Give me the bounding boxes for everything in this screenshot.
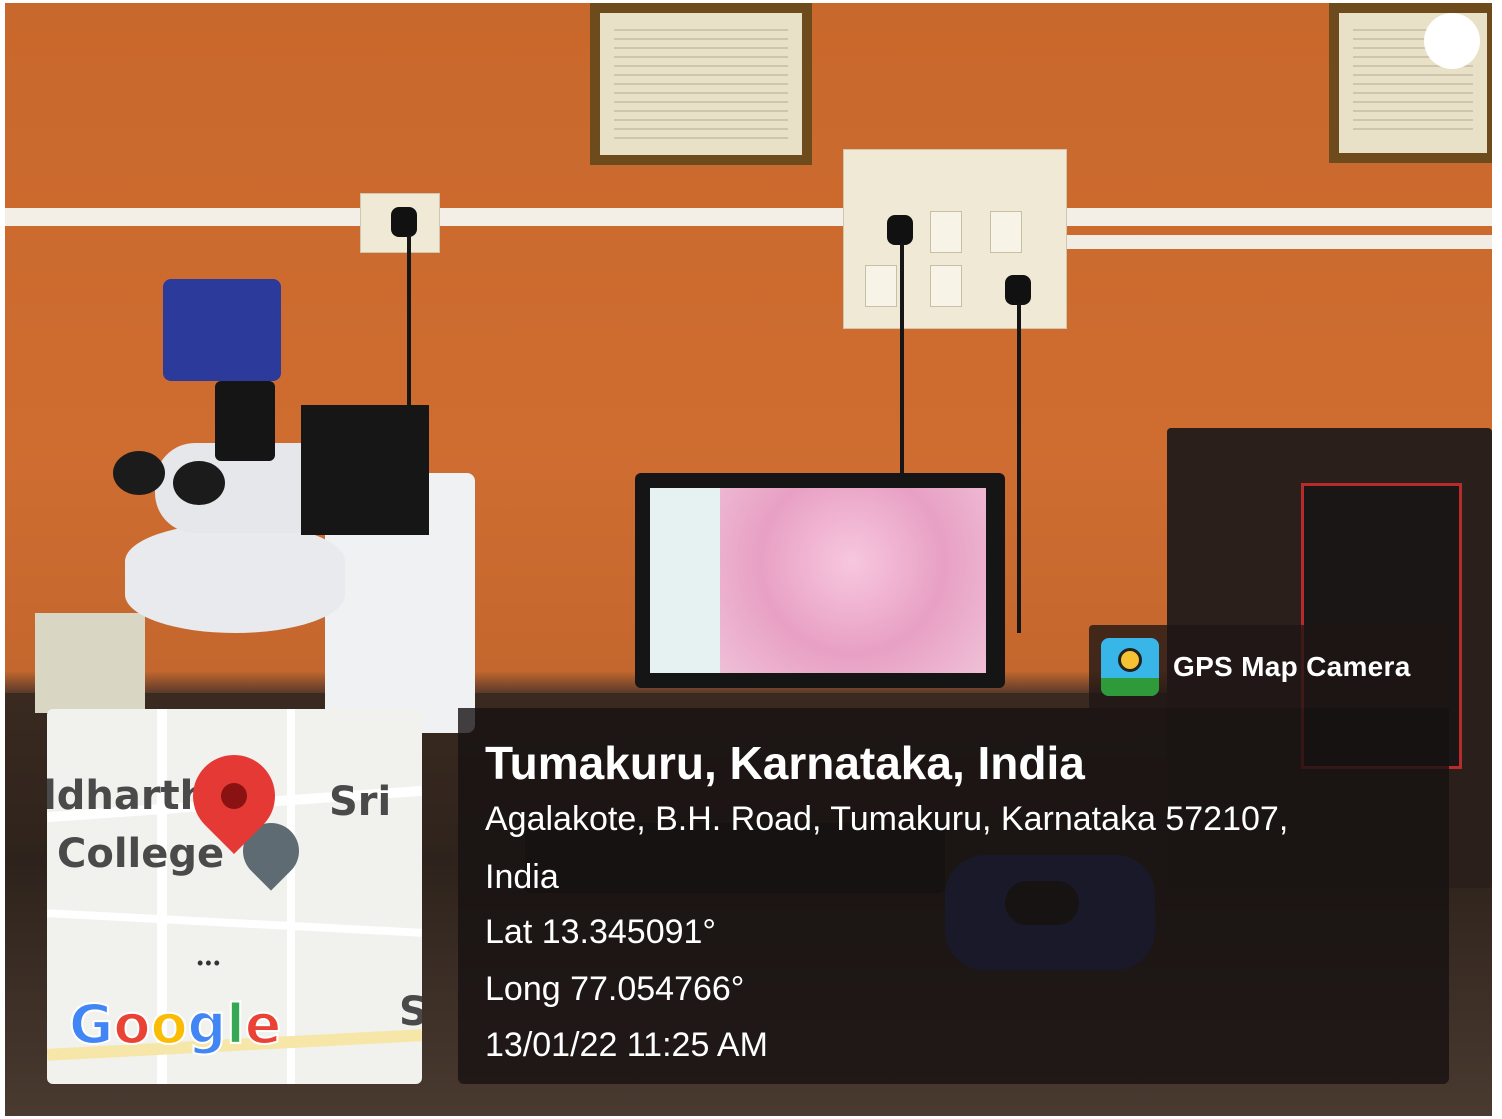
location-info-panel: Tumakuru, Karnataka, India Agalakote, B.… xyxy=(458,708,1449,1084)
address-line: India xyxy=(485,858,559,896)
google-letter: o xyxy=(149,992,188,1057)
google-letter: e xyxy=(244,992,283,1057)
eyepiece xyxy=(173,461,225,505)
socket xyxy=(930,211,962,253)
latitude: Lat 13.345091° xyxy=(485,913,717,951)
software-panel xyxy=(650,488,720,673)
longitude: Long 77.054766° xyxy=(485,970,745,1008)
map-label: Sri xyxy=(329,779,392,825)
google-letter: l xyxy=(225,992,245,1057)
socket xyxy=(990,211,1022,253)
map-label: S xyxy=(399,989,422,1035)
plug xyxy=(887,215,913,245)
cable xyxy=(1017,303,1021,633)
camera-adapter xyxy=(215,381,275,461)
wall-stripe xyxy=(1055,235,1492,249)
address-line: Agalakote, B.H. Road, Tumakuru, Karnatak… xyxy=(485,800,1289,838)
plug xyxy=(391,207,417,237)
app-badge: GPS Map Camera xyxy=(1089,625,1449,708)
map-road xyxy=(47,909,422,937)
equipment-box xyxy=(35,613,145,713)
microscope-stage xyxy=(125,523,345,633)
socket xyxy=(865,265,897,307)
plug xyxy=(1005,275,1031,305)
eyepiece xyxy=(113,451,165,495)
timestamp: 13/01/22 11:25 AM xyxy=(485,1026,768,1064)
location-title: Tumakuru, Karnataka, India xyxy=(485,737,1085,789)
google-letter: G xyxy=(68,992,114,1057)
app-name: GPS Map Camera xyxy=(1173,650,1411,682)
microscope-camera xyxy=(163,279,281,381)
map-more-dots: ••• xyxy=(197,953,222,973)
map-road xyxy=(287,709,295,1084)
map-label: ldharth xyxy=(47,773,209,819)
map-camera-icon xyxy=(1101,637,1159,696)
cable xyxy=(900,243,904,473)
map-thumbnail[interactable]: ldharth College Sri S ••• Google xyxy=(47,709,422,1084)
google-logo: Google xyxy=(68,992,283,1057)
google-letter: g xyxy=(187,992,228,1057)
socket xyxy=(930,265,962,307)
wall-frame xyxy=(590,3,812,165)
lamp-housing xyxy=(301,405,429,535)
map-label: College xyxy=(57,831,225,877)
wall-stripe xyxy=(5,208,1492,226)
google-letter: o xyxy=(112,992,151,1057)
record-dot xyxy=(1424,13,1480,69)
